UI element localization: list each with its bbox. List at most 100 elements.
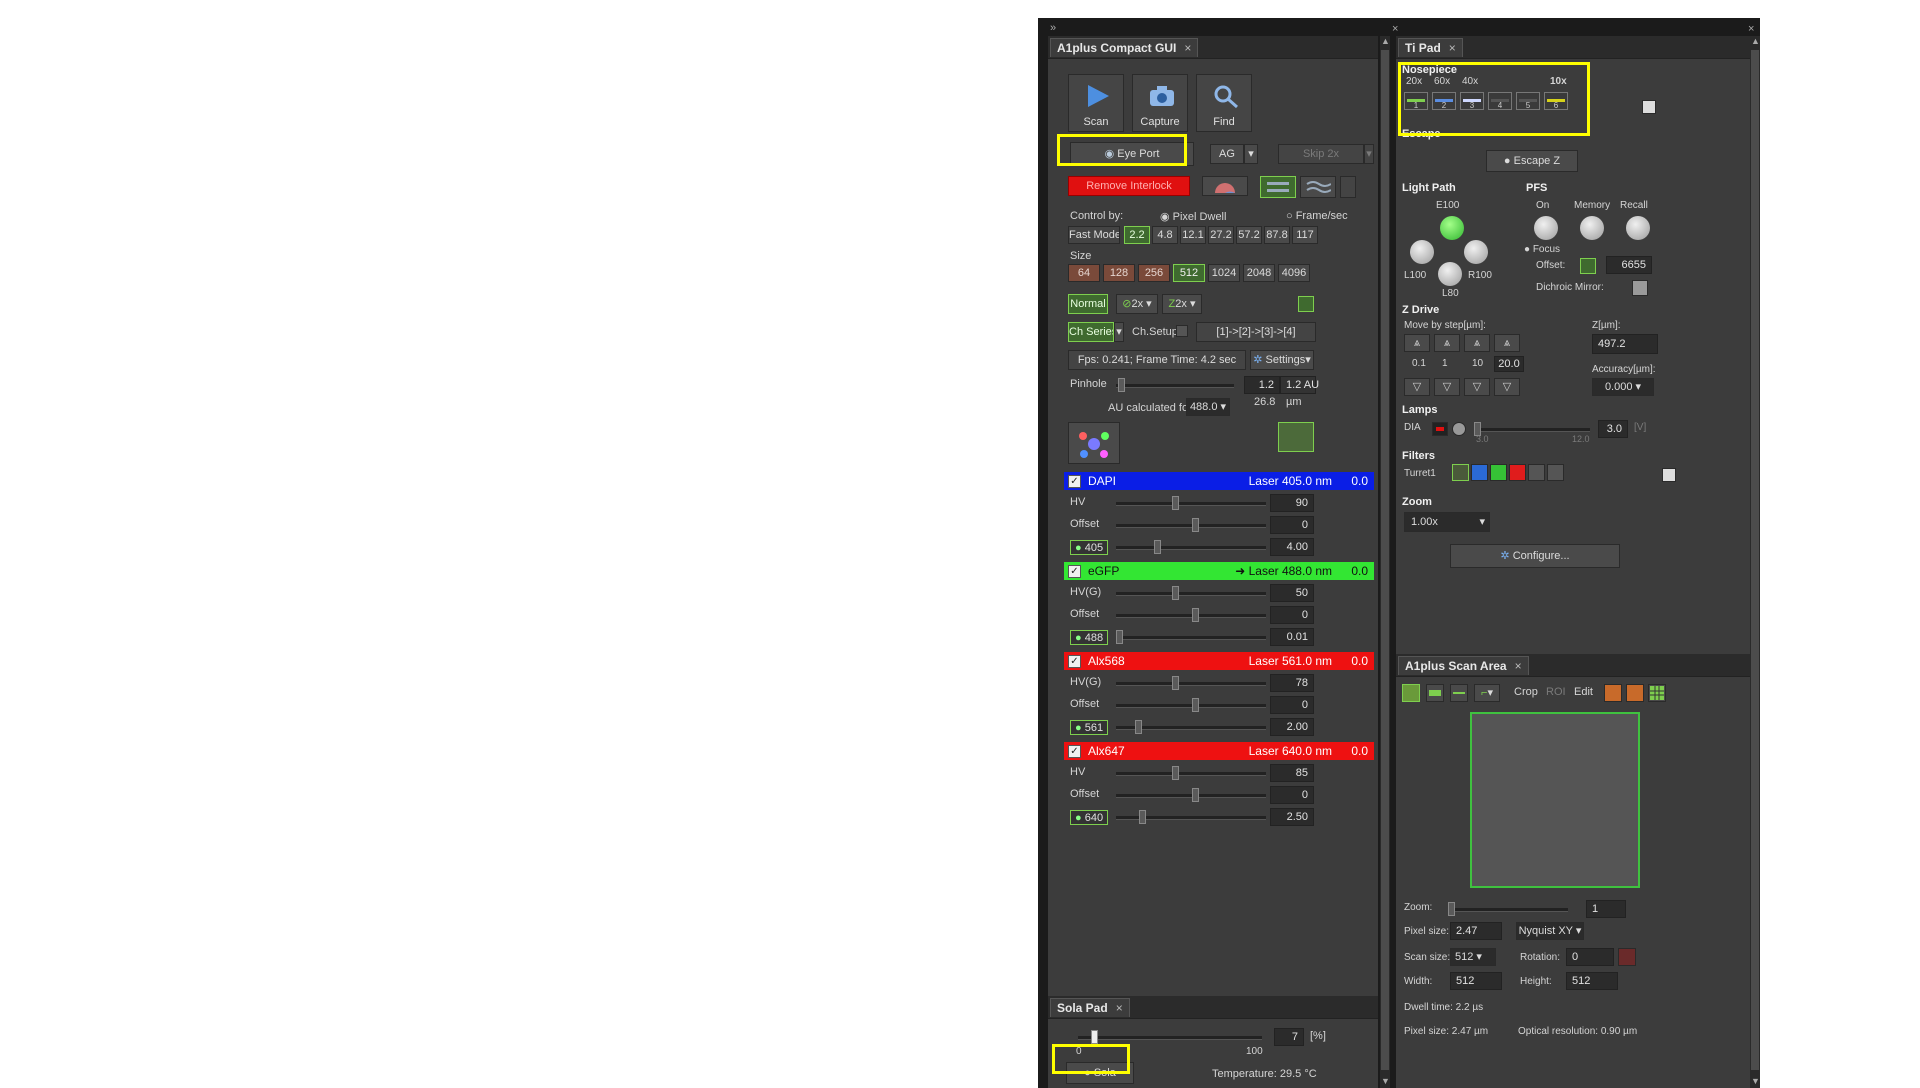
skip-button[interactable]: Skip 2x [1278,144,1364,164]
close-icon[interactable]: × [1116,1001,1123,1015]
pfs-recall-button[interactable] [1626,216,1650,240]
pinhole-slider[interactable] [1116,378,1234,392]
pfs-on-button[interactable] [1534,216,1558,240]
hv-slider[interactable] [1116,586,1266,600]
crop-button[interactable]: Crop [1514,686,1538,698]
slider-thumb[interactable] [1192,788,1199,802]
collapse-icon[interactable]: » [1050,22,1056,34]
channel-checkbox[interactable]: ✓ [1068,565,1081,578]
escape-z-button[interactable]: ● Escape Z [1486,150,1578,172]
lamp-button[interactable] [1452,422,1466,436]
close-icon[interactable]: × [1449,41,1456,55]
zoom-select[interactable]: 1.00x ▾ [1404,512,1490,532]
pinhole-value[interactable]: 1.2 [1244,376,1280,394]
slider-thumb[interactable] [1091,1030,1098,1044]
size-value-button[interactable]: 4096 [1278,264,1310,282]
z-step-down-button[interactable]: ▽ [1464,378,1490,396]
popout-icon[interactable] [1662,468,1676,482]
offset-slider[interactable] [1116,698,1266,712]
laser-tag[interactable]: ● 488 [1070,630,1109,645]
offset-value[interactable]: 0 [1270,516,1314,534]
normal-button[interactable]: Normal [1068,294,1108,314]
slider-thumb[interactable] [1448,902,1455,916]
filter-cube-button[interactable] [1452,464,1469,481]
settings-button[interactable]: ✲ Settings▾ [1250,350,1314,370]
scroll-up-icon[interactable]: ▲ [1751,36,1760,46]
l80-button[interactable] [1438,262,1462,286]
hv-value[interactable]: 85 [1270,764,1314,782]
offset-value[interactable]: 0 [1270,786,1314,804]
l100-button[interactable] [1410,240,1434,264]
z-step-down-button[interactable]: ▽ [1494,378,1520,396]
z-step-up-button[interactable]: ⩓ [1464,334,1490,352]
scrollbar-thumb[interactable] [1751,50,1759,1070]
z-step-up-button[interactable]: ⩓ [1434,334,1460,352]
au-calc-select[interactable]: 488.0 ▾ [1186,398,1230,416]
laser-power-value[interactable]: 4.00 [1270,538,1314,556]
lut-button[interactable] [1278,422,1314,452]
hv-slider[interactable] [1116,496,1266,510]
scan-button[interactable]: Scan [1068,74,1124,132]
z-step-down-button[interactable]: ▽ [1434,378,1460,396]
scan-area-preview[interactable] [1470,712,1640,888]
dwell-value-button[interactable]: 117 [1292,226,1318,244]
roi-line-icon[interactable] [1450,684,1468,702]
offset-slider[interactable] [1116,518,1266,532]
panel-tab[interactable]: Ti Pad × [1398,38,1463,57]
z-step-down-button[interactable]: ▽ [1404,378,1430,396]
sola-value[interactable]: 7 [1274,1028,1304,1046]
chevron-down-icon[interactable]: ▾ [1364,144,1374,164]
size-value-button[interactable]: 512 [1173,264,1205,282]
close-icon[interactable]: × [1184,41,1191,55]
dwell-value-button[interactable]: 12.1 [1180,226,1206,244]
laser-power-slider[interactable] [1116,720,1266,734]
remove-interlock-button[interactable]: Remove Interlock [1068,176,1190,196]
laser-power-slider[interactable] [1116,540,1266,554]
lamp-value[interactable]: 3.0 [1598,420,1628,438]
laser-tag[interactable]: ● 405 [1070,540,1109,555]
offset-value[interactable]: 0 [1270,606,1314,624]
scroll-up-icon[interactable]: ▲ [1381,36,1390,46]
offset-slider[interactable] [1116,788,1266,802]
size-value-button[interactable]: 1024 [1208,264,1240,282]
hv-value[interactable]: 50 [1270,584,1314,602]
right-scrollbar[interactable]: ▲ ▼ [1750,36,1760,1088]
nyquist-select[interactable]: Nyquist XY ▾ [1516,922,1584,940]
slider-thumb[interactable] [1172,586,1179,600]
scan-size-select[interactable]: 512 ▾ [1450,948,1496,966]
panel-tab[interactable]: Sola Pad × [1050,998,1130,1017]
find-button[interactable]: Find [1196,74,1252,132]
chevron-down-icon[interactable]: ▾ [1114,322,1124,342]
popout-icon[interactable] [1642,100,1656,114]
hv-value[interactable]: 78 [1270,674,1314,692]
close-icon[interactable]: × [1515,659,1522,673]
offset-slider[interactable] [1116,608,1266,622]
slider-thumb[interactable] [1172,496,1179,510]
scroll-down-icon[interactable]: ▼ [1751,1076,1760,1086]
z-step-field[interactable]: 20.0 [1494,356,1524,372]
channel-header-dapi[interactable]: ✓ DAPI Laser 405.0 nm 0.0 [1064,472,1374,490]
laser-power-value[interactable]: 2.50 [1270,808,1314,826]
size-value-button[interactable]: 256 [1138,264,1170,282]
save-settings-icon[interactable] [1298,296,1314,312]
laser-power-slider[interactable] [1116,630,1266,644]
laser-power-value[interactable]: 2.00 [1270,718,1314,736]
channel-checkbox[interactable]: ✓ [1068,745,1081,758]
slider-thumb[interactable] [1172,766,1179,780]
channel-checkbox[interactable]: ✓ [1068,475,1081,488]
height-field[interactable]: 512 [1566,972,1618,990]
roi-list-icon[interactable] [1626,684,1644,702]
slider-thumb[interactable] [1192,698,1199,712]
e100-button[interactable] [1440,216,1464,240]
roi-band-icon[interactable] [1426,684,1444,702]
pfs-memory-button[interactable] [1580,216,1604,240]
scan-mode-button[interactable] [1300,176,1336,198]
pfs-offset-value[interactable]: 6655 [1606,256,1652,274]
dwell-value-button[interactable]: 27.2 [1208,226,1234,244]
roi-polyline-icon[interactable]: ⌐▾ [1474,684,1500,702]
dichroic-toggle[interactable] [1632,280,1648,296]
dwell-value-button[interactable]: 4.8 [1152,226,1178,244]
hv-slider[interactable] [1116,676,1266,690]
pixel-size-field[interactable]: 2.47 [1450,922,1502,940]
configure-button[interactable]: ✲ Configure... [1450,544,1620,568]
